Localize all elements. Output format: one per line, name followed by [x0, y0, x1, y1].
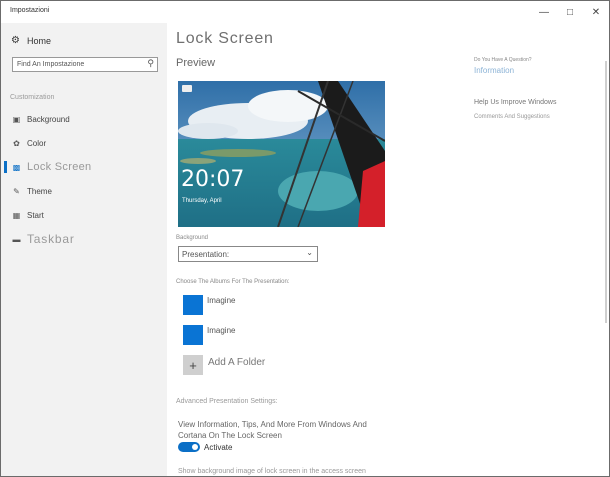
- gear-icon: ⚙: [11, 35, 20, 46]
- preview-time: 20:07: [181, 167, 245, 192]
- page-title: Lock Screen: [176, 30, 274, 47]
- album-name: Imagine: [207, 296, 236, 305]
- comments-link[interactable]: Comments And Suggestions: [474, 114, 594, 120]
- home-link[interactable]: ⚙ Home: [11, 35, 51, 46]
- sidebar-item-lock-screen[interactable]: ▩ Lock Screen: [1, 155, 167, 179]
- album-item[interactable]: Imagine: [183, 325, 235, 345]
- advanced-settings-link[interactable]: Advanced Presentation Settings:: [176, 398, 278, 405]
- section-header: Customization: [10, 94, 55, 101]
- question-text: Do You Have A Question?: [474, 57, 532, 63]
- sidebar-item-label: Start: [27, 210, 44, 220]
- start-icon: ▦: [12, 210, 21, 220]
- chevron-down-icon: ⌄: [306, 248, 313, 257]
- help-column: Do You Have A Question? Information Help…: [474, 57, 594, 120]
- window-title: Impostazioni: [10, 7, 50, 14]
- information-link[interactable]: Information: [474, 66, 594, 75]
- tips-description: View Information, Tips, And More From Wi…: [178, 420, 367, 440]
- album-tile: [183, 325, 203, 345]
- add-folder-label: Add A Folder: [208, 357, 266, 368]
- picture-icon: ▣: [12, 114, 21, 124]
- sidebar-item-background[interactable]: ▣ Background: [1, 107, 167, 131]
- camera-icon: [182, 85, 192, 92]
- sidebar-item-label: Lock Screen: [27, 161, 92, 173]
- search-icon[interactable]: ⚲: [147, 58, 154, 69]
- preview-image: [178, 81, 385, 227]
- sidebar-item-label: Theme: [27, 186, 52, 196]
- search-input[interactable]: Find An Impostazione ⚲: [12, 57, 158, 72]
- album-item[interactable]: Imagine: [183, 295, 235, 315]
- home-label: Home: [26, 35, 51, 46]
- window-controls: — □ ✕: [531, 1, 609, 23]
- palette-icon: ✿: [13, 138, 20, 148]
- albums-label: Choose The Albums For The Presentation:: [176, 279, 290, 285]
- preview-date: Thursday, April: [182, 198, 222, 204]
- background-on-signin-label: Show background image of lock screen in …: [178, 468, 366, 475]
- settings-window: Impostazioni — □ ✕ ⚙ Home Find An Impost…: [0, 0, 610, 477]
- search-text: Find An Impostazione: [17, 61, 85, 68]
- maximize-icon[interactable]: □: [557, 1, 583, 23]
- sidebar-item-start[interactable]: ▦ Start: [1, 203, 167, 227]
- background-label: Background: [176, 235, 209, 241]
- tips-toggle-row: Activate: [178, 442, 232, 452]
- preview-label: Preview: [176, 57, 216, 69]
- album-tile: [183, 295, 203, 315]
- background-value: Presentation:: [182, 249, 230, 259]
- plus-icon: +: [183, 355, 203, 375]
- sidebar-item-theme[interactable]: ✎ Theme: [1, 179, 167, 203]
- lock-screen-preview: 20:07 Thursday, April: [178, 81, 385, 227]
- tips-toggle[interactable]: [178, 442, 200, 452]
- album-name: Imagine: [207, 326, 236, 335]
- background-dropdown[interactable]: Presentation: ⌄: [178, 246, 318, 262]
- brush-icon: ✎: [13, 186, 20, 196]
- lock-screen-icon: ▩: [12, 162, 21, 172]
- sidebar-nav: ▣ Background ✿ Color ▩ Lock Screen ✎ The…: [1, 107, 167, 251]
- sidebar-item-label: Color: [27, 138, 47, 148]
- sidebar-item-color[interactable]: ✿ Color: [1, 131, 167, 155]
- help-heading: Help Us Improve Windows: [474, 99, 557, 106]
- minimize-icon[interactable]: —: [531, 1, 557, 23]
- sidebar-item-label: Taskbar: [27, 232, 75, 246]
- toggle-state: Activate: [204, 442, 233, 452]
- close-icon[interactable]: ✕: [583, 1, 609, 23]
- sidebar-item-taskbar[interactable]: ▬ Taskbar: [1, 227, 167, 251]
- sidebar-item-label: Background: [27, 114, 70, 124]
- add-folder-button[interactable]: + Add A Folder: [183, 355, 265, 375]
- sidebar: ⚙ Home Find An Impostazione ⚲ Customizat…: [1, 23, 167, 476]
- scrollbar[interactable]: [605, 61, 607, 323]
- taskbar-icon: ▬: [12, 234, 21, 244]
- title-bar: Impostazioni — □ ✕: [1, 1, 609, 23]
